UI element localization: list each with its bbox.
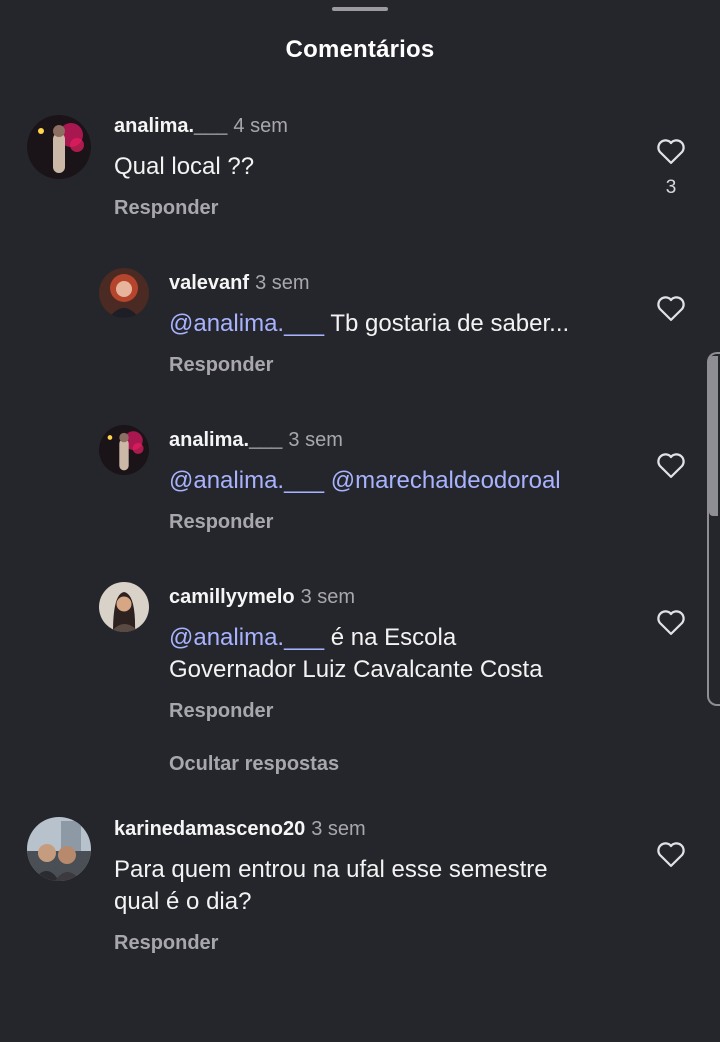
heart-outline-icon[interactable] (656, 451, 686, 479)
comment-time: 3 sem (288, 429, 343, 451)
reply-button[interactable]: Responder (114, 197, 218, 220)
comment-time: 4 sem (233, 115, 288, 137)
heart-outline-icon[interactable] (656, 137, 686, 165)
comment-meta: analima.___ 3 sem (169, 429, 343, 452)
comment-time: 3 sem (300, 586, 356, 608)
comment-text: @analima.___ Tb gostaria de saber... (169, 308, 569, 340)
mention-link[interactable]: @analima.___ (169, 624, 324, 651)
comments-sheet: Comentários analima.___ 4 sem Qual local … (0, 0, 720, 1042)
comment-username[interactable]: analima.___ (169, 429, 282, 451)
comment-meta: valevanf 3 sem (169, 272, 310, 295)
reply-button[interactable]: Responder (169, 700, 273, 723)
comment-text-line2: qual é o dia? (114, 888, 252, 915)
like-count: 3 (665, 177, 677, 198)
comment-text: @analima.___ é na Escola (169, 622, 456, 654)
comment-body: Qual local ?? (114, 153, 255, 180)
comment-body: é na Escola (324, 624, 457, 651)
avatar[interactable] (99, 582, 149, 632)
comment-text: @analima.___ @marechaldeodoroal (169, 465, 561, 497)
mention-link[interactable]: @analima.___ (169, 467, 324, 494)
comment-username[interactable]: camillyymelo (169, 586, 295, 608)
sheet-title: Comentários (285, 36, 435, 63)
comment-body: Tb gostaria de saber... (324, 310, 570, 337)
avatar[interactable] (99, 425, 149, 475)
comment-meta: karinedamasceno20 3 sem (114, 818, 366, 841)
heart-outline-icon[interactable] (656, 294, 686, 322)
heart-outline-icon[interactable] (656, 840, 686, 868)
comment-text: Qual local ?? (114, 151, 254, 183)
comment-time: 3 sem (311, 818, 366, 840)
comment-username[interactable]: valevanf (169, 272, 249, 294)
comment-text-line2: Governador Luiz Cavalcante Costa (169, 656, 543, 683)
hide-replies-button[interactable]: Ocultar respostas (169, 753, 339, 776)
mention-link[interactable]: @analima.___ (169, 310, 324, 337)
sheet-drag-handle[interactable] (332, 7, 388, 11)
comment-username[interactable]: karinedamasceno20 (114, 818, 305, 840)
avatar[interactable] (27, 817, 91, 881)
avatar[interactable] (27, 115, 91, 179)
comment-meta: camillyymelo 3 sem (169, 586, 355, 609)
comment-text: Para quem entrou na ufal esse semestre (114, 856, 548, 883)
reply-button[interactable]: Responder (169, 354, 273, 377)
comment-meta: analima.___ 4 sem (114, 115, 288, 138)
comment-time: 3 sem (255, 272, 310, 294)
reply-button[interactable]: Responder (114, 932, 218, 955)
comment-username[interactable]: analima.___ (114, 115, 227, 137)
heart-outline-icon[interactable] (656, 608, 686, 636)
avatar[interactable] (99, 268, 149, 318)
reply-button[interactable]: Responder (169, 511, 273, 534)
scrollbar-thumb[interactable] (709, 356, 718, 516)
mention-link[interactable]: @marechaldeodoroal (331, 467, 561, 494)
